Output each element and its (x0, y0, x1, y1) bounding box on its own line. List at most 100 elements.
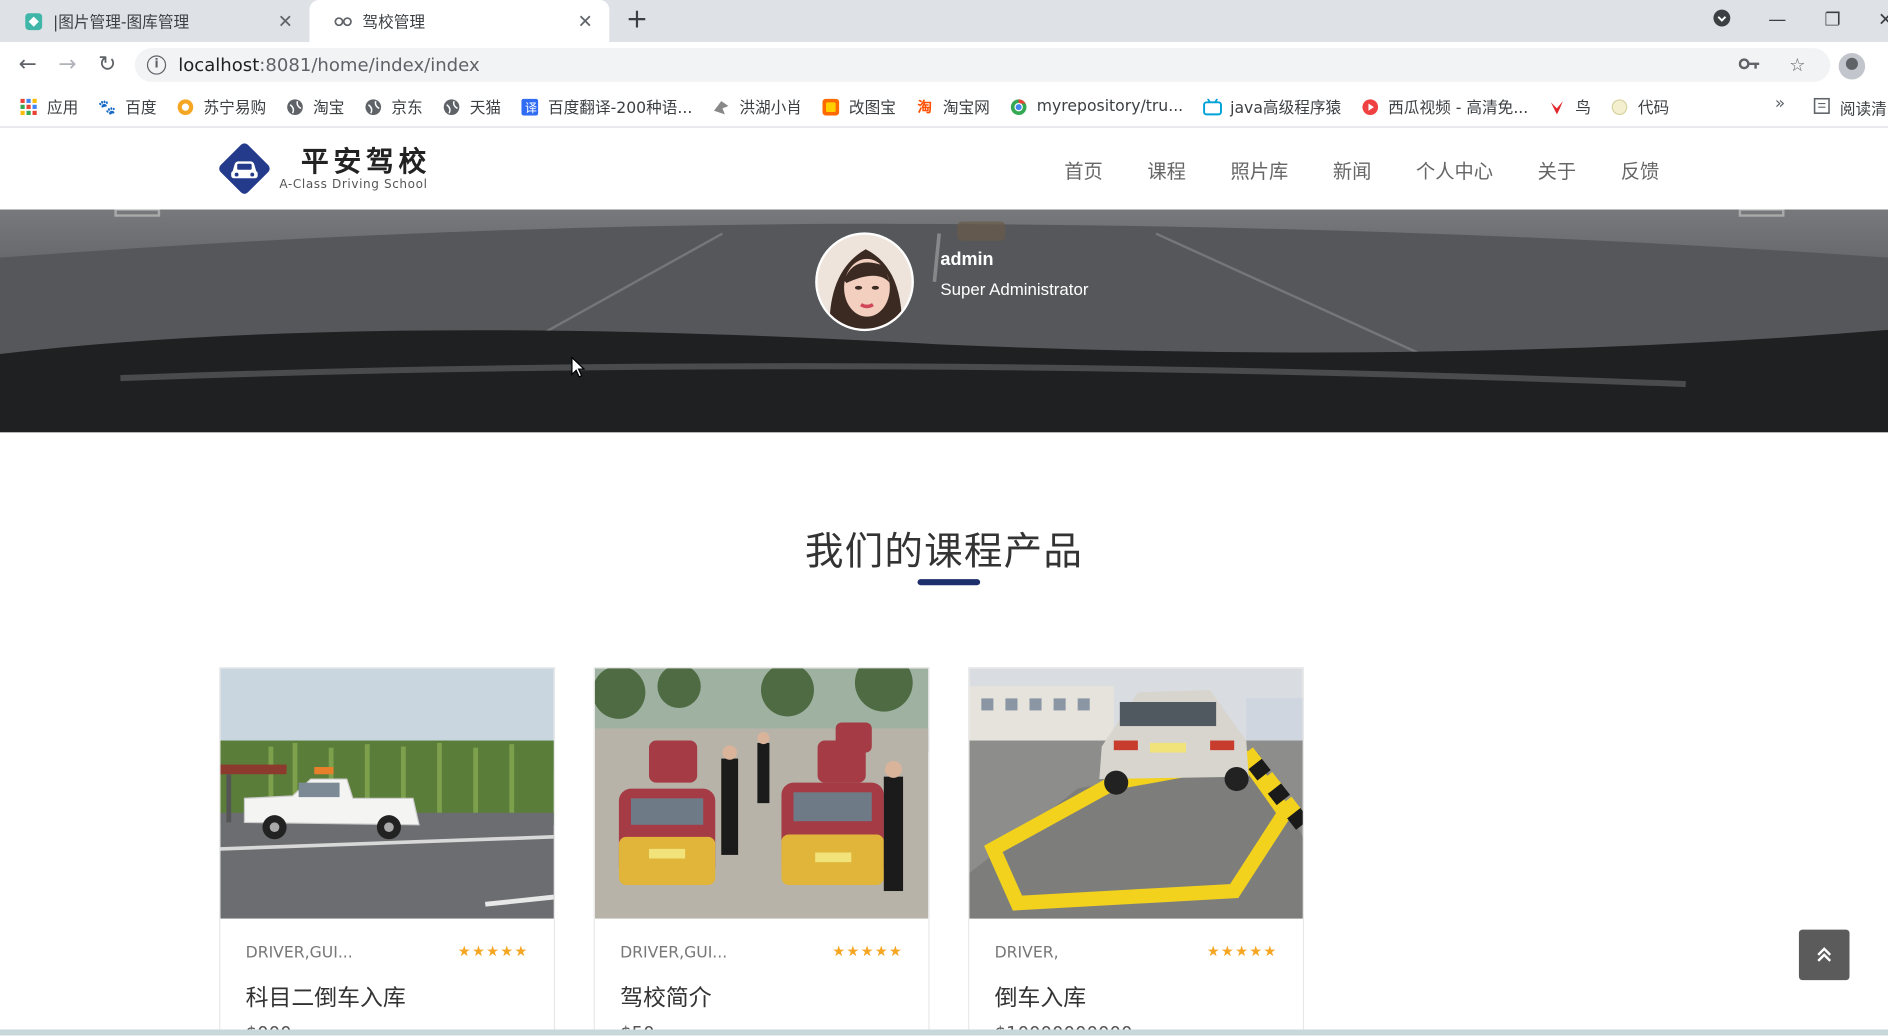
bookmark-niao[interactable]: 鸟 (1548, 95, 1591, 118)
image-edit-icon (821, 97, 840, 116)
back-icon[interactable]: ← (14, 52, 40, 78)
bookmark-jd[interactable]: 京东 (364, 95, 423, 118)
nav-home[interactable]: 首页 (1064, 155, 1103, 184)
site-info-icon[interactable]: i (146, 55, 167, 75)
address-bar[interactable]: i localhost:8081/home/index/index ☆ (134, 48, 1831, 82)
forward-icon[interactable]: → (54, 52, 80, 78)
site-header: 平安驾校 A-Class Driving School 首页 课程 照片库 新闻… (0, 128, 1888, 210)
bookmark-taobao[interactable]: 淘宝 (285, 95, 344, 118)
bookmark-label: java高级程序猿 (1230, 99, 1342, 119)
bird-red-icon (1548, 97, 1567, 116)
bookmark-label: 代码 (1637, 99, 1670, 119)
reading-list-label: 阅读清 (1839, 101, 1887, 120)
new-tab-icon[interactable]: + (624, 7, 650, 33)
nav-feedback[interactable]: 反馈 (1621, 155, 1660, 184)
svg-text:译: 译 (525, 100, 537, 114)
course-image-school-fleet[interactable] (594, 668, 929, 919)
reload-icon[interactable]: ↻ (94, 52, 120, 78)
bookmark-label: 西瓜视频 - 高清免... (1388, 99, 1529, 119)
rating-stars-icon: ★★★★★ (832, 942, 904, 960)
bookmark-myrepository[interactable]: myrepository/tru... (1009, 97, 1183, 116)
nav-gallery[interactable]: 照片库 (1230, 155, 1288, 184)
rating-stars-icon: ★★★★★ (1206, 942, 1278, 960)
reading-list[interactable]: 阅读清 (1813, 96, 1887, 120)
key-icon[interactable] (1738, 48, 1761, 82)
profile-role: Super Administrator (940, 278, 1089, 299)
bookmark-taobaowang[interactable]: 淘淘宝网 (915, 95, 990, 118)
url-text: localhost:8081/home/index/index (178, 54, 480, 76)
code-icon (1610, 97, 1629, 116)
bookmark-honghu[interactable]: 洪湖小肖 (712, 95, 802, 118)
restore-icon[interactable]: ❐ (1816, 8, 1850, 30)
profile-avatar-icon[interactable] (1838, 52, 1866, 80)
course-tags: DRIVER,GUI... (245, 944, 353, 963)
double-chevron-up-icon (1817, 947, 1832, 962)
minimize-icon[interactable]: — (1760, 8, 1794, 30)
browser-tab-gallery[interactable]: |图片管理-图库管理 ✕ (0, 0, 309, 42)
bookmark-label: 京东 (391, 99, 423, 119)
globe-icon (364, 97, 383, 116)
car-favicon-icon (334, 11, 353, 30)
course-image-reverse-parking[interactable] (969, 668, 1303, 919)
bookmark-label: 苏宁易购 (203, 99, 267, 119)
course-title[interactable]: 科目二倒车入库 (246, 980, 406, 1013)
nav-courses[interactable]: 课程 (1147, 155, 1186, 184)
apps-grid-icon (19, 97, 38, 116)
bookmark-label: myrepository/tru... (1036, 97, 1184, 116)
course-title[interactable]: 倒车入库 (995, 980, 1087, 1013)
tab-search-icon[interactable] (1705, 8, 1739, 32)
site-logo[interactable]: 平安驾校 A-Class Driving School (217, 141, 431, 196)
play-icon (1360, 97, 1379, 116)
bookmark-apps[interactable]: 应用 (19, 95, 78, 118)
browser-tab-strip: |图片管理-图库管理 ✕ 驾校管理 ✕ + — ❐ ✕ (0, 0, 1888, 43)
course-tags: DRIVER, (994, 944, 1059, 963)
bookmark-label: 淘宝网 (942, 99, 990, 119)
bird-icon (712, 97, 731, 116)
close-window-icon[interactable]: ✕ (1869, 8, 1888, 30)
course-card[interactable]: DRIVER,GUI... ★★★★★ 驾校简介 $50 (593, 667, 930, 1036)
courses-heading: 我们的课程产品 (804, 528, 1084, 575)
bookmark-suning[interactable]: 苏宁易购 (176, 95, 266, 118)
nav-about[interactable]: 关于 (1538, 155, 1577, 184)
bookmark-java[interactable]: java高级程序猿 (1202, 95, 1341, 118)
user-profile-card: admin Super Administrator (815, 232, 1089, 332)
logo-chinese-name: 平安驾校 (301, 145, 432, 178)
bookmark-baidu-translate[interactable]: 译百度翻译-200种语... (520, 95, 692, 118)
suning-icon (176, 97, 195, 116)
main-nav: 首页 课程 照片库 新闻 个人中心 关于 反馈 (1064, 155, 1659, 184)
more-bookmarks-icon[interactable]: » (1775, 94, 1785, 113)
nav-news[interactable]: 新闻 (1333, 155, 1372, 184)
bookmark-baidu[interactable]: 🐾 百度 (98, 95, 156, 118)
course-card[interactable]: DRIVER,GUI... ★★★★★ 科目二倒车入库 $000 (219, 667, 556, 1036)
gallery-favicon-icon (24, 11, 43, 30)
nav-profile[interactable]: 个人中心 (1416, 155, 1493, 184)
back-to-top-button[interactable] (1798, 929, 1850, 981)
bookmark-label: 改图宝 (848, 99, 896, 119)
course-tags: DRIVER,GUI... (620, 944, 728, 963)
bookmark-xigua[interactable]: 西瓜视频 - 高清免... (1360, 95, 1528, 118)
course-image-pickup-truck[interactable] (220, 668, 554, 919)
close-tab-icon[interactable]: ✕ (271, 10, 300, 32)
bookmark-gaitubao[interactable]: 改图宝 (821, 95, 896, 118)
bookmark-label: 应用 (46, 99, 79, 119)
tab-title: 驾校管理 (362, 14, 426, 33)
bookmark-tmall[interactable]: 天猫 (442, 95, 501, 118)
globe-icon (285, 97, 304, 116)
rating-stars-icon: ★★★★★ (457, 942, 529, 960)
bookmark-star-icon[interactable]: ☆ (1789, 48, 1805, 82)
profile-username: admin (940, 248, 994, 270)
globe-icon (442, 97, 461, 116)
course-card[interactable]: DRIVER, ★★★★★ 倒车入库 $10000000000 (968, 667, 1305, 1036)
bookmark-code[interactable]: 代码 (1610, 95, 1669, 118)
baidu-paw-icon: 🐾 (98, 98, 117, 115)
course-title[interactable]: 驾校简介 (620, 980, 712, 1013)
close-tab-icon[interactable]: ✕ (571, 10, 600, 32)
bookmark-label: 淘宝 (313, 99, 345, 119)
bookmarks-bar: 应用 🐾 百度 苏宁易购 淘宝 京东 天猫 译百度翻译-200种语... 洪湖小肖… (0, 86, 1888, 128)
reading-list-icon (1813, 97, 1830, 119)
bilibili-icon (1202, 97, 1222, 116)
bookmark-label: 百度翻译-200种语... (547, 99, 693, 119)
browser-tab-driving-school[interactable]: 驾校管理 ✕ (309, 0, 610, 43)
avatar[interactable] (815, 232, 914, 332)
heading-underline (917, 579, 981, 586)
